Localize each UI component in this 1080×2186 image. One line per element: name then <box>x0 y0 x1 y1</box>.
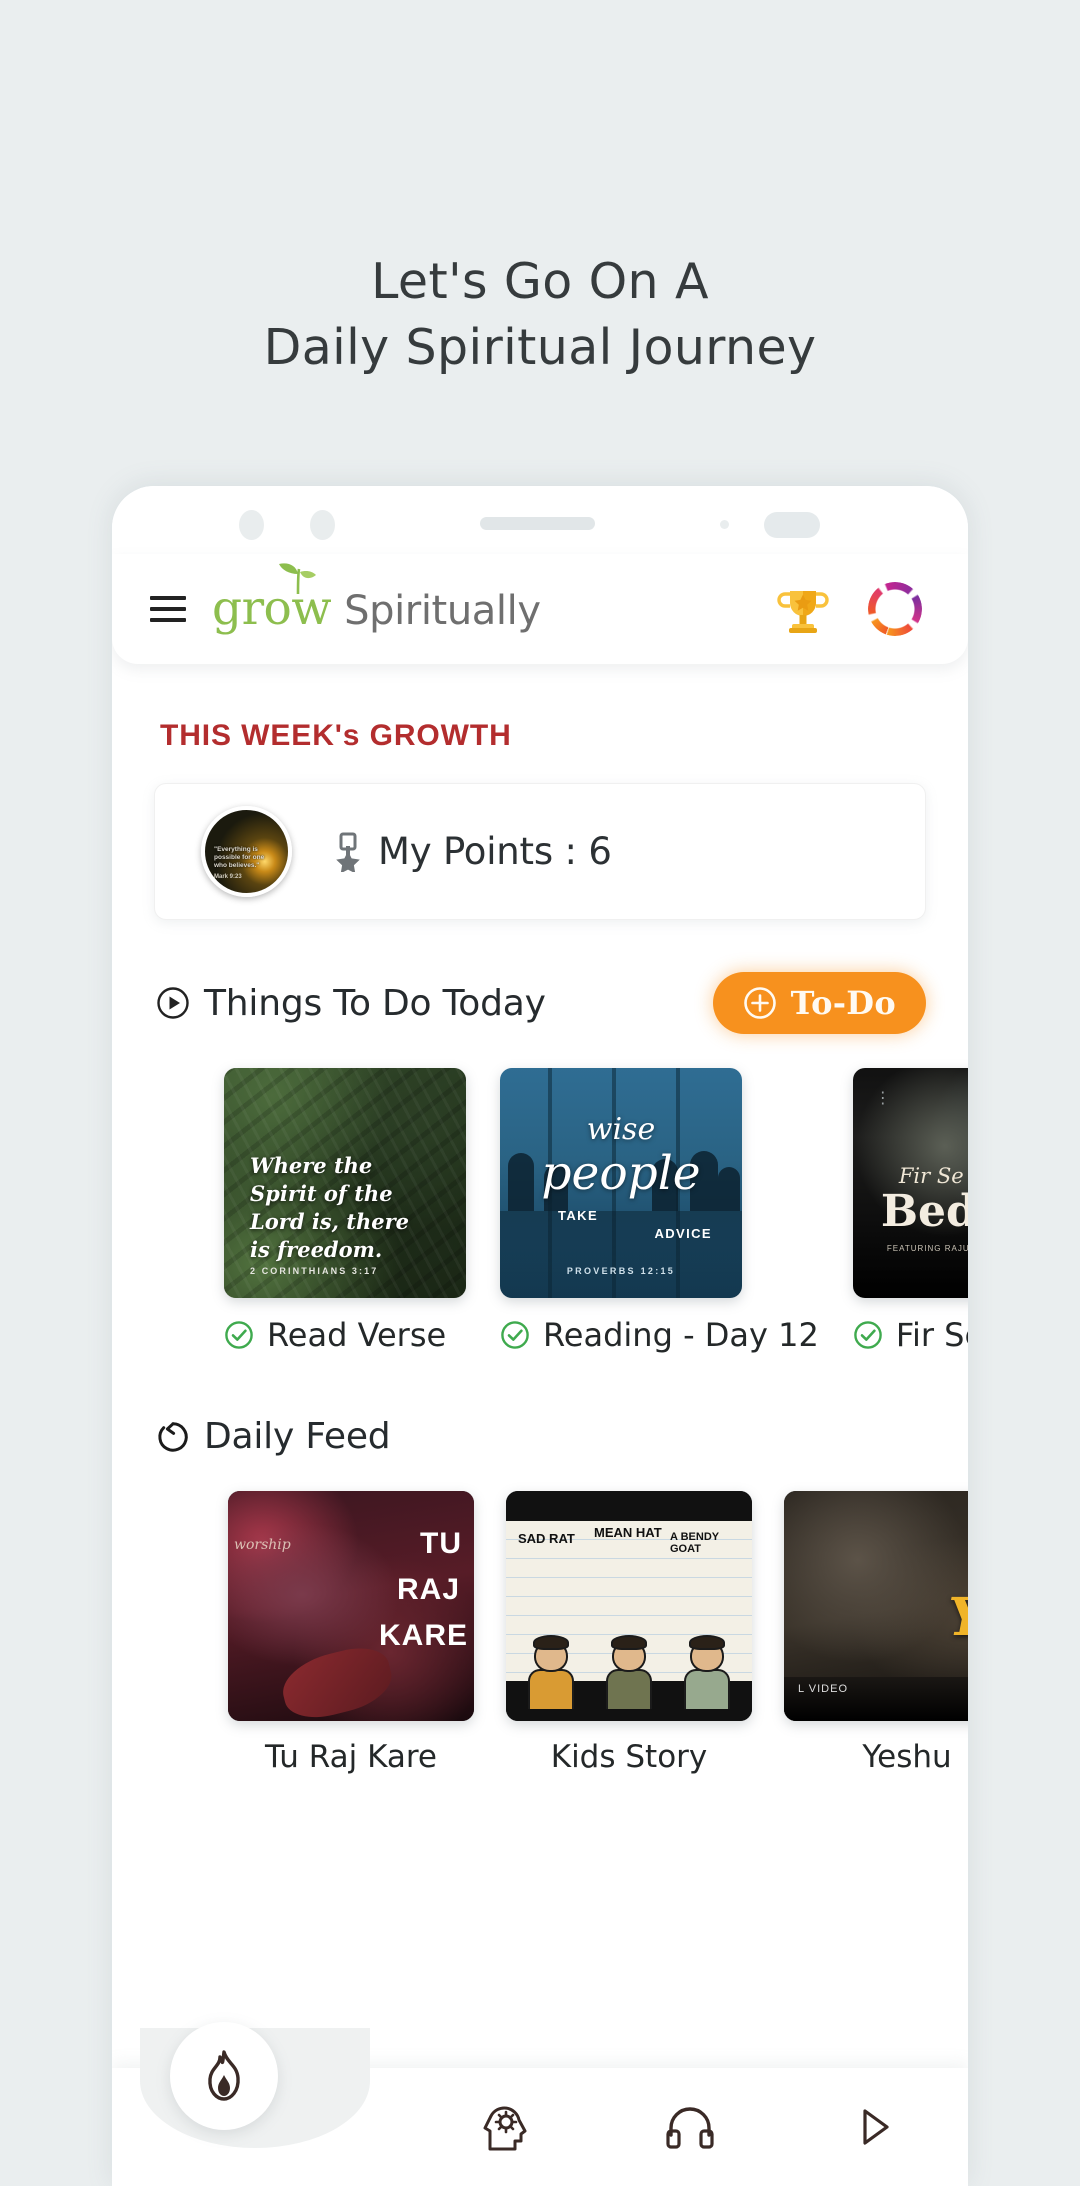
todo-card-thumbnail[interactable]: Where the Spirit of the Lord is, there i… <box>224 1068 466 1298</box>
kid-figure <box>604 1635 654 1709</box>
avatar[interactable]: "Everything is possible for one who beli… <box>201 806 292 897</box>
brand-name-spiritually: Spiritually <box>344 587 541 634</box>
feed-card-label: Yeshu <box>862 1739 952 1775</box>
brand-logo[interactable]: grow Spiritually <box>212 562 541 634</box>
hamburger-menu-icon[interactable] <box>150 596 186 622</box>
check-circle-icon <box>853 1320 883 1350</box>
hero-line-2: Daily Spiritual Journey <box>263 319 817 377</box>
feed-card-thumbnail[interactable]: worship TU RAJ KARE <box>228 1491 474 1721</box>
daily-feed-title: Daily Feed <box>204 1416 391 1457</box>
feed-card-thumbnail[interactable]: SAD RAT MEAN HAT A BENDY GOAT <box>506 1491 752 1721</box>
todo-card-caption: Reading - Day 12 <box>500 1316 819 1354</box>
todo-card-label: Fir Se <box>895 1316 968 1354</box>
nav-item-mindset[interactable] <box>412 2068 597 2186</box>
video-featuring: FEATURING RAJU SADASIVAN <box>886 1244 968 1253</box>
medal-icon <box>332 832 364 872</box>
app-header: grow Spiritually <box>112 554 968 664</box>
todo-card-reading-day-12[interactable]: wise people TAKE ADVICE PROVERBS 12:15 R… <box>500 1068 819 1354</box>
camera-dot-icon <box>239 510 264 540</box>
feed-card-label: Tu Raj Kare <box>265 1739 437 1775</box>
take-text: TAKE <box>558 1208 599 1223</box>
trophy-icon[interactable] <box>776 582 830 636</box>
headphones-icon <box>665 2105 715 2149</box>
feed-card-kids-story[interactable]: SAD RAT MEAN HAT A BENDY GOAT Kids Story <box>506 1491 752 1775</box>
feed-title-line1: Ye <box>948 1587 968 1648</box>
things-to-do-title: Things To Do Today <box>204 982 546 1024</box>
plus-circle-icon <box>743 986 777 1020</box>
kid-figure <box>526 1635 576 1709</box>
head-gear-icon <box>482 2102 528 2152</box>
profile-story-ring-icon[interactable] <box>868 582 922 636</box>
todo-card-caption: Read Verse <box>224 1316 466 1354</box>
video-title-line2: Bed <box>880 1186 968 1237</box>
nav-item-video[interactable] <box>783 2068 968 2186</box>
kids-header-3: A BENDY GOAT <box>670 1531 719 1555</box>
kids-header-2: MEAN HAT <box>594 1525 662 1540</box>
flame-icon <box>200 2049 248 2103</box>
feed-video-label: L VIDEO <box>798 1683 848 1695</box>
phone-sensor-bar <box>112 486 968 554</box>
feed-card-yeshu[interactable]: Ye Stuti L VIDEO Yeshu <box>784 1491 968 1775</box>
bottom-navigation-bar <box>112 2022 968 2186</box>
people-text: people <box>541 1146 701 1201</box>
advice-text: ADVICE <box>654 1226 712 1241</box>
verse-reference: 2 CORINTHIANS 3:17 <box>250 1266 379 1276</box>
feed-worship-text: worship <box>234 1537 291 1553</box>
todo-card-thumbnail[interactable]: ⋮ Fir Se Bed FEATURING RAJU SADASIVAN <box>852 1068 968 1298</box>
feed-card-label: Kids Story <box>550 1739 708 1775</box>
hero-headline: Let's Go On A Daily Spiritual Journey <box>0 0 1080 470</box>
to-do-button[interactable]: To-Do <box>712 972 926 1034</box>
feed-title-line2: RAJ <box>396 1573 460 1606</box>
todo-card-label: Read Verse <box>267 1316 447 1354</box>
things-to-do-header: Things To Do Today To-Do <box>112 972 968 1034</box>
kids-header-1: SAD RAT <box>518 1531 575 1546</box>
check-circle-icon <box>224 1320 254 1350</box>
nav-item-home-flame[interactable] <box>170 2022 278 2130</box>
check-circle-icon <box>500 1320 530 1350</box>
todo-card-thumbnail[interactable]: wise people TAKE ADVICE PROVERBS 12:15 <box>500 1068 742 1298</box>
feed-background-image: SAD RAT MEAN HAT A BENDY GOAT <box>506 1491 752 1721</box>
points-text-group: My Points : 6 <box>332 830 612 873</box>
my-points-card[interactable]: "Everything is possible for one who beli… <box>154 783 926 920</box>
my-points-label: My Points : 6 <box>378 830 612 873</box>
hero-line-1: Let's Go On A <box>371 252 709 310</box>
kid-figure <box>682 1635 732 1709</box>
sensor-dot-icon <box>720 520 729 529</box>
avatar-quote: "Everything is possible for one who beli… <box>214 846 265 870</box>
video-dots: ⋮ <box>874 1088 894 1107</box>
daily-feed-header: Daily Feed <box>112 1416 968 1457</box>
phone-mockup: grow Spiritually THIS WEEK's GROWTH "Eve… <box>112 486 968 2186</box>
nav-items-group <box>412 2068 968 2186</box>
things-to-do-card-strip[interactable]: Where the Spirit of the Lord is, there i… <box>112 1068 968 1354</box>
feed-card-tu-raj-kare[interactable]: worship TU RAJ KARE Tu Raj Kare <box>228 1491 474 1775</box>
play-circle-icon <box>156 986 190 1020</box>
feed-title-line1: TU <box>420 1527 462 1560</box>
sprout-leaf-icon <box>276 561 322 595</box>
refresh-circle-icon <box>156 1420 190 1454</box>
sensor-pill-icon <box>764 512 820 538</box>
verse-quote: Where the Spirit of the Lord is, there i… <box>250 1153 410 1263</box>
todo-card-caption: Fir Se <box>853 1316 968 1354</box>
todo-card-fir-se[interactable]: ⋮ Fir Se Bed FEATURING RAJU SADASIVAN Fi… <box>852 1068 968 1354</box>
feed-title-line3: KARE <box>378 1619 468 1652</box>
daily-feed-card-strip[interactable]: worship TU RAJ KARE Tu Raj Kare SAD RAT … <box>112 1491 968 1775</box>
proverbs-reference: PROVERBS 12:15 <box>566 1266 676 1276</box>
todo-card-read-verse[interactable]: Where the Spirit of the Lord is, there i… <box>224 1068 466 1354</box>
todo-card-label: Reading - Day 12 <box>543 1316 819 1354</box>
to-do-button-label: To-Do <box>790 984 896 1022</box>
app-screen: THIS WEEK's GROWTH "Everything is possib… <box>112 664 968 2186</box>
video-title-line1: Fir Se <box>898 1164 964 1188</box>
this-week-growth-label: THIS WEEK's GROWTH <box>160 719 512 752</box>
camera-dot-icon <box>310 510 335 540</box>
earpiece-speaker-icon <box>480 517 595 530</box>
feed-card-thumbnail[interactable]: Ye Stuti L VIDEO <box>784 1491 968 1721</box>
avatar-reference: Mark 9:23 <box>214 874 242 880</box>
nav-item-audio[interactable] <box>597 2068 782 2186</box>
wise-text: wise <box>586 1112 656 1147</box>
play-triangle-icon <box>857 2105 893 2149</box>
